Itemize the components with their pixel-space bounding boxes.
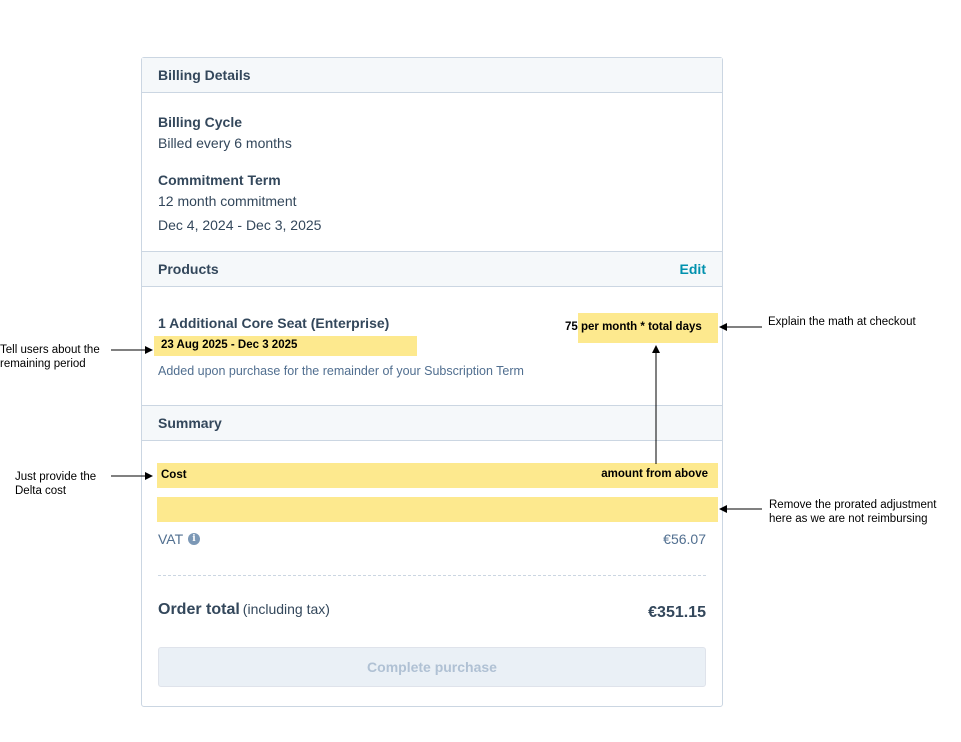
- annotation-arrows: [111, 323, 762, 513]
